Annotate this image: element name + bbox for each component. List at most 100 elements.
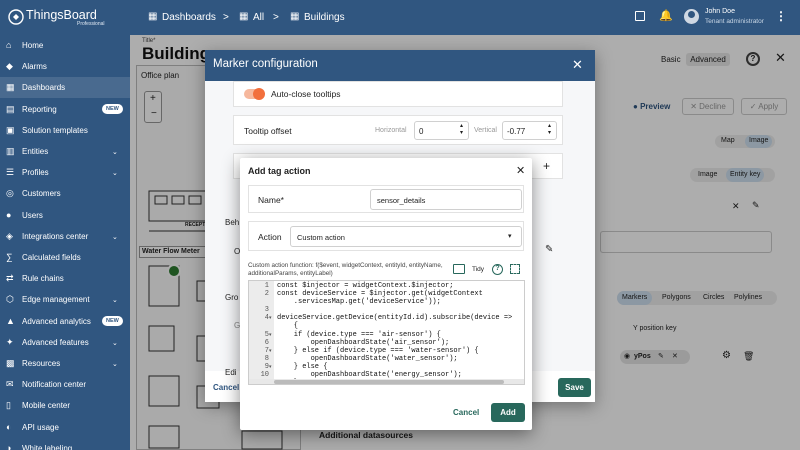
chevron-down-icon[interactable]: ⌄ — [112, 296, 120, 304]
fullscreen-editor-icon[interactable] — [510, 264, 520, 274]
code-editor-toggle-icon[interactable] — [453, 264, 465, 274]
sidebar-item-entities[interactable]: ▥ Entities ⌄ — [0, 141, 130, 162]
sidebar-item-edge-management[interactable]: ⬡ Edge management ⌄ — [0, 289, 130, 310]
sidebar-item-label: Reporting — [22, 104, 57, 114]
help-icon[interactable]: ? — [492, 264, 503, 275]
sidebar: ⌂ Home ◆ Alarms ▦ Dashboards ▤ Reporting NEW ▣ Sol… — [0, 35, 130, 450]
more-vert-icon[interactable]: ⋮ — [775, 9, 787, 23]
profiles-icon: ☰ — [6, 167, 15, 178]
sidebar-item-profiles[interactable]: ☰ Profiles ⌄ — [0, 162, 130, 183]
groups-section-label: Gro — [225, 293, 239, 302]
code-line: 4 ▾ deviceService.getDevice(entityId.id).s… — [249, 314, 524, 322]
brand-sub: Professional — [77, 21, 105, 27]
dropdown-arrow-icon: ▾ — [508, 233, 512, 240]
vertical-offset-value: -0.77 — [507, 127, 526, 136]
sidebar-item-label: Rule chains — [22, 274, 64, 284]
vertical-label: Vertical — [474, 127, 497, 134]
sidebar-item-calculated-fields[interactable]: ∑ Calculated fields — [0, 247, 130, 268]
stepper-icon[interactable]: ▴ ▾ — [548, 123, 551, 137]
fullscreen-icon[interactable] — [635, 11, 645, 21]
auto-close-label: Auto-close tooltips — [271, 89, 341, 99]
breadcrumb-buildings[interactable]: Buildings — [304, 12, 345, 23]
sidebar-item-label: Dashboards — [22, 83, 66, 93]
users-icon: ● — [6, 209, 12, 220]
chevron-down-icon[interactable]: ⌄ — [112, 339, 120, 347]
notifications-icon[interactable]: 🔔 — [659, 9, 673, 22]
new-badge: NEW — [102, 315, 123, 326]
sidebar-item-users[interactable]: ● Users — [0, 205, 130, 226]
avatar[interactable] — [684, 9, 699, 24]
sidebar-item-customers[interactable]: ◎ Customers — [0, 183, 130, 204]
marker-dialog-close-icon[interactable]: ✕ — [572, 57, 583, 73]
stepper-icon[interactable]: ▴ ▾ — [460, 123, 463, 137]
breadcrumb-all[interactable]: All — [253, 12, 264, 23]
code-line: 6 openDashboardState('air_sensor'); — [249, 339, 524, 347]
new-badge: NEW — [102, 103, 123, 114]
sidebar-item-label: API usage — [22, 422, 59, 432]
auto-close-toggle[interactable] — [244, 88, 265, 100]
sidebar-item-reporting[interactable]: ▤ Reporting NEW — [0, 99, 130, 120]
tag-cancel-button[interactable]: Cancel — [453, 408, 479, 417]
chevron-down-icon[interactable]: ⌄ — [112, 148, 120, 156]
marker-dialog-title: Marker configuration — [213, 58, 318, 70]
resources-icon: ▩ — [6, 358, 15, 368]
name-input-value: sensor_details — [377, 196, 426, 205]
brand-name: ThingsBoard — [26, 8, 97, 22]
sidebar-item-advanced-analytics[interactable]: ▲ Advanced analytics NEW — [0, 311, 130, 332]
sidebar-item-notification-center[interactable]: ✉ Notification center — [0, 374, 130, 395]
chevron-down-icon[interactable]: ⌄ — [112, 233, 120, 241]
api-icon: ◐ — [6, 421, 12, 432]
horizontal-offset-value: 0 — [419, 127, 424, 136]
breadcrumb-dashboards[interactable]: Dashboards — [162, 12, 216, 23]
code-line: .servicesMap.get('deviceService')); — [249, 298, 524, 306]
marker-cancel-button[interactable]: Cancel — [213, 383, 239, 392]
sidebar-item-label: Customers — [22, 189, 61, 199]
tag-dialog-close-icon[interactable]: ✕ — [516, 164, 525, 177]
action-select-value: Custom action — [297, 233, 345, 242]
action-select[interactable]: Custom action ▾ — [290, 226, 522, 247]
sidebar-item-label: Resources — [22, 359, 61, 368]
name-input[interactable]: sensor_details — [370, 189, 522, 210]
sidebar-item-label: Home — [22, 41, 44, 50]
sidebar-item-white-labeling[interactable]: ◑ White labeling — [0, 438, 130, 450]
sidebar-item-mobile-center[interactable]: ▯ Mobile center — [0, 395, 130, 416]
sidebar-item-home[interactable]: ⌂ Home — [0, 35, 130, 56]
horizontal-offset-input[interactable]: 0 ▴ ▾ — [414, 121, 469, 140]
chevron-down-icon[interactable]: ⌄ — [112, 169, 120, 177]
sidebar-item-integrations-center[interactable]: ◈ Integrations center ⌄ — [0, 226, 130, 247]
code-line: 5 ▾ if (device.type === 'air-sensor') { — [249, 331, 524, 339]
code-line: 3 — [249, 306, 524, 314]
home-icon: ⌂ — [6, 40, 12, 50]
code-scrollbar[interactable] — [249, 379, 524, 384]
sidebar-item-label: Advanced features — [22, 337, 89, 347]
report-icon: ▤ — [6, 103, 15, 114]
calc-icon: ∑ — [6, 252, 13, 262]
user-role: Tenant administrator — [705, 18, 764, 25]
sidebar-item-label: Alarms — [22, 62, 47, 72]
chevron-down-icon[interactable]: ⌄ — [112, 360, 120, 368]
marker-save-button[interactable]: Save — [558, 378, 591, 397]
sidebar-item-resources[interactable]: ▩ Resources ⌄ — [0, 353, 130, 374]
function-caption: Custom action function: f($event, widget… — [248, 262, 443, 277]
sidebar-item-dashboards[interactable]: ▦ Dashboards — [0, 77, 130, 99]
sidebar-item-api-usage[interactable]: ◐ API usage — [0, 417, 130, 438]
behavior-edit-icon[interactable]: ✎ — [545, 244, 553, 255]
tag-dialog-title: Add tag action — [248, 166, 311, 176]
edge-icon: ⬡ — [6, 294, 14, 305]
integrations-icon: ◈ — [6, 230, 13, 241]
code-line: 1 const $injector = widgetContext.$inject… — [249, 282, 524, 290]
sidebar-item-alarms[interactable]: ◆ Alarms — [0, 56, 130, 77]
code-scroll-thumb[interactable] — [274, 380, 504, 384]
sidebar-item-label: Profiles — [22, 168, 49, 178]
code-editor[interactable]: 1 const $injector = widgetContext.$inject… — [248, 280, 525, 385]
features-icon: ✦ — [6, 336, 14, 347]
sidebar-item-solution-templates[interactable]: ▣ Solution templates — [0, 120, 130, 141]
sidebar-item-label: Calculated fields — [22, 253, 81, 262]
tidy-button[interactable]: Tidy — [472, 266, 484, 273]
tag-add-button[interactable]: Add — [491, 403, 525, 422]
sidebar-item-rule-chains[interactable]: ⇄ Rule chains — [0, 268, 130, 289]
sidebar-item-advanced-features[interactable]: ✦ Advanced features ⌄ — [0, 332, 130, 353]
add-tag-icon[interactable]: + — [543, 159, 550, 173]
vertical-offset-input[interactable]: -0.77 ▴ ▾ — [502, 121, 557, 140]
behavior-section-label: Beh — [225, 218, 240, 227]
